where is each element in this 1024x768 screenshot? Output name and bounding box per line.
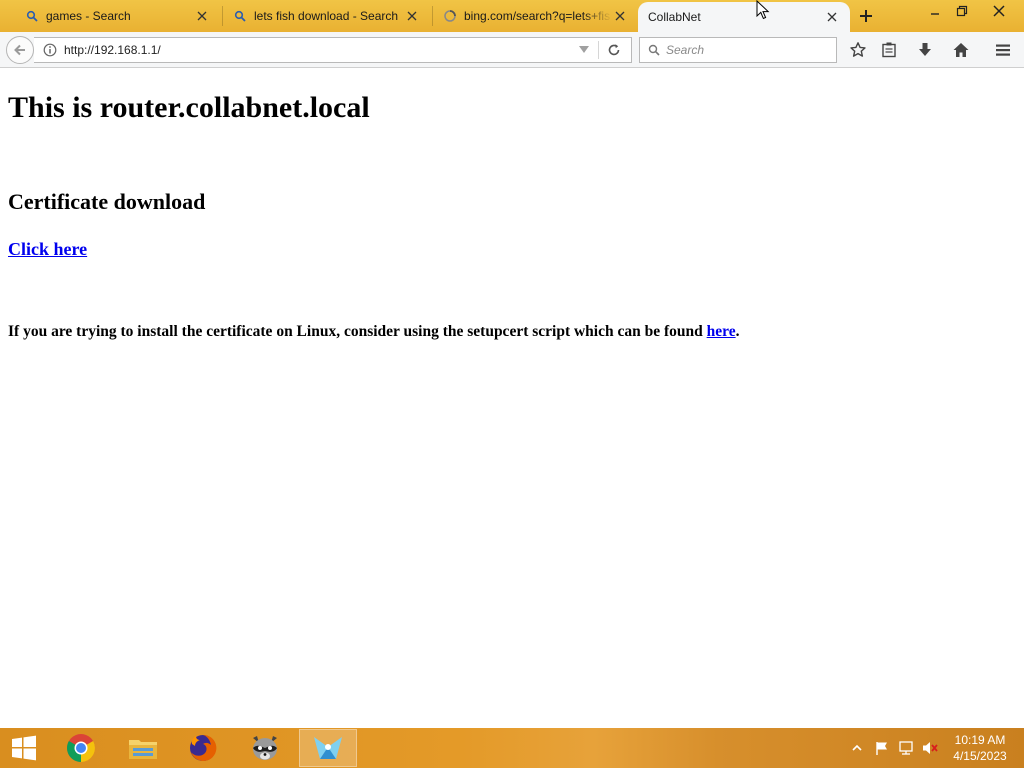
taskbar: 10:19 AM 4/15/2023 [0, 728, 1024, 768]
taskbar-firefox[interactable] [174, 729, 232, 767]
setupcert-script-link[interactable]: here [707, 323, 736, 340]
windows-logo-icon [12, 735, 36, 761]
bookmark-button[interactable] [846, 38, 870, 62]
close-tab-icon[interactable] [824, 9, 840, 25]
tab-bing-search[interactable]: bing.com/search?q=lets+fis [434, 2, 638, 30]
close-tab-icon[interactable] [612, 8, 628, 24]
reload-icon [608, 44, 620, 56]
search-icon [24, 8, 40, 24]
taskbar-file-explorer[interactable] [114, 729, 172, 767]
raccoon-app-icon [253, 736, 277, 760]
network-icon [899, 741, 913, 755]
tab-games-search[interactable]: games - Search [0, 2, 220, 30]
pinned-app-icon [314, 737, 342, 759]
volume-muted-icon [923, 742, 938, 754]
tab-strip: games - Search lets fish download - Sear… [0, 0, 1024, 32]
taskbar-raccoon-app[interactable] [236, 729, 294, 767]
reading-list-button[interactable] [877, 38, 901, 62]
linux-note-text: If you are trying to install the certifi… [8, 323, 707, 340]
restore-button[interactable] [947, 0, 977, 22]
chevron-up-icon [852, 744, 862, 751]
history-dropdown-icon[interactable] [576, 46, 592, 54]
firefox-icon [190, 734, 217, 761]
tab-label: CollabNet [648, 10, 701, 24]
linux-note-end: . [735, 323, 740, 340]
certificate-download-link[interactable]: Click here [8, 239, 87, 260]
taskbar-chrome[interactable] [52, 729, 110, 767]
back-arrow-icon [14, 44, 25, 56]
certificate-download-heading: Certificate download [8, 189, 206, 214]
search-bar[interactable] [639, 37, 837, 63]
plus-icon [860, 10, 872, 22]
hamburger-menu-icon [996, 44, 1010, 56]
close-tab-icon[interactable] [404, 8, 420, 24]
page-heading: This is router.collabnet.local [8, 91, 370, 124]
tab-label: lets fish download - Search [254, 9, 399, 23]
download-arrow-icon [919, 43, 931, 56]
back-button[interactable] [6, 36, 34, 64]
navigation-toolbar: http://192.168.1.1/ [0, 32, 1024, 68]
address-bar[interactable]: http://192.168.1.1/ [34, 37, 632, 63]
clock-time: 10:19 AM [954, 733, 1006, 747]
show-hidden-icons-button[interactable] [849, 728, 865, 768]
search-input[interactable] [666, 43, 826, 57]
linux-note: If you are trying to install the certifi… [8, 323, 740, 341]
info-icon[interactable] [42, 42, 58, 58]
tab-label: games - Search [46, 9, 131, 23]
search-icon [232, 8, 248, 24]
new-tab-button[interactable] [856, 6, 876, 26]
system-clock[interactable]: 10:19 AM 4/15/2023 [946, 732, 1014, 764]
clipboard-icon [882, 42, 896, 58]
clock-date: 4/15/2023 [953, 749, 1007, 763]
tab-separator [222, 6, 223, 26]
mouse-cursor-icon [756, 0, 770, 20]
flag-icon [876, 742, 887, 755]
url-text[interactable]: http://192.168.1.1/ [64, 43, 576, 57]
home-button[interactable] [949, 38, 973, 62]
minimize-icon [931, 13, 939, 15]
home-icon [953, 43, 969, 57]
tray-network[interactable] [896, 728, 916, 768]
tab-label: bing.com/search?q=lets+fis [464, 9, 611, 23]
taskbar-pinned-app[interactable] [299, 729, 357, 767]
tab-separator [432, 6, 433, 26]
start-button[interactable] [0, 728, 48, 768]
divider [598, 41, 599, 59]
loading-icon [442, 8, 458, 24]
close-tab-icon[interactable] [194, 8, 210, 24]
minimize-button[interactable] [920, 0, 950, 22]
page-content: This is router.collabnet.local Certifica… [0, 69, 1024, 728]
tray-action-center[interactable] [872, 728, 892, 768]
close-window-button[interactable] [983, 0, 1015, 22]
downloads-button[interactable] [913, 38, 937, 62]
file-explorer-icon [129, 740, 157, 759]
reload-button[interactable] [605, 41, 623, 59]
close-icon [993, 5, 1005, 17]
menu-button[interactable] [991, 38, 1015, 62]
tray-volume[interactable] [919, 728, 941, 768]
chrome-icon [67, 734, 95, 762]
search-icon [646, 42, 662, 58]
tab-collabnet[interactable]: CollabNet [638, 2, 850, 32]
restore-icon [956, 5, 968, 17]
star-icon [850, 42, 866, 57]
tab-lets-fish-search[interactable]: lets fish download - Search [224, 2, 430, 30]
